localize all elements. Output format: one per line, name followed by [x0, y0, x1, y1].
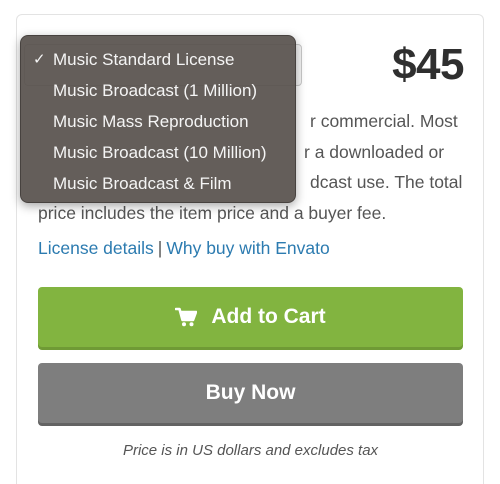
shopping-cart-icon	[175, 307, 198, 327]
dropdown-option-broadcast-10m[interactable]: Music Broadcast (10 Million)	[21, 137, 295, 168]
dropdown-option-label: Music Broadcast (10 Million)	[53, 143, 267, 162]
dropdown-option-label: Music Broadcast (1 Million)	[53, 81, 258, 100]
add-to-cart-button[interactable]: Add to Cart	[38, 287, 463, 347]
dropdown-option-standard[interactable]: ✓ Music Standard License	[21, 44, 295, 75]
info-links: License details | Why buy with Envato	[38, 238, 330, 259]
checkmark-icon: ✓	[33, 51, 46, 68]
dropdown-option-broadcast-1m[interactable]: Music Broadcast (1 Million)	[21, 75, 295, 106]
add-to-cart-label: Add to Cart	[211, 305, 326, 328]
license-dropdown-menu: ✓ Music Standard License Music Broadcast…	[20, 35, 296, 203]
dropdown-option-label: Music Mass Reproduction	[53, 112, 249, 131]
price-label: $45	[392, 40, 464, 89]
link-separator: |	[157, 238, 163, 258]
price-note: Price is in US dollars and excludes tax	[122, 442, 379, 459]
buy-now-button[interactable]: Buy Now	[38, 363, 463, 423]
dropdown-option-label: Music Standard License	[53, 50, 235, 69]
why-buy-link[interactable]: Why buy with Envato	[166, 238, 329, 258]
dropdown-option-label: Music Broadcast & Film	[53, 174, 232, 193]
dropdown-option-mass-reproduction[interactable]: Music Mass Reproduction	[21, 106, 295, 137]
license-details-link[interactable]: License details	[38, 238, 154, 258]
dropdown-option-broadcast-film[interactable]: Music Broadcast & Film	[21, 168, 295, 199]
buy-now-label: Buy Now	[205, 381, 296, 404]
